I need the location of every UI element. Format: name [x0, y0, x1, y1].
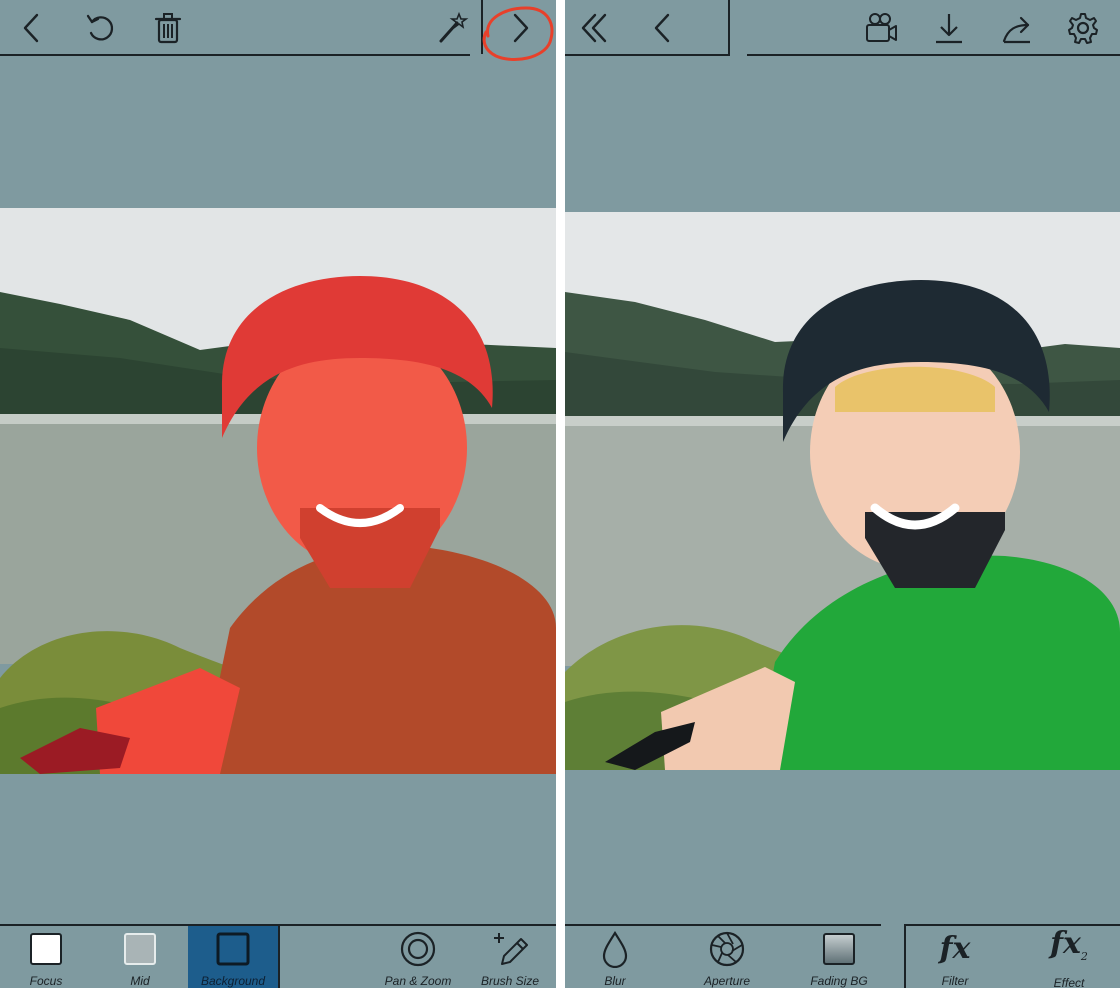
photo-canvas	[565, 212, 1120, 770]
tool-label: Background	[200, 974, 266, 988]
focus-square-icon	[30, 933, 62, 965]
tool-label: Brush Size	[480, 974, 540, 988]
drop-icon	[602, 930, 628, 968]
tool-label: Effect	[1053, 976, 1085, 988]
video-camera-icon	[866, 13, 897, 42]
toolbar-underline	[0, 54, 470, 56]
back-button[interactable]	[10, 6, 54, 50]
toolbar-underline-right	[747, 54, 1120, 56]
double-chevron-left-icon	[581, 13, 607, 43]
tool-label: Pan & Zoom	[384, 974, 452, 988]
tool-brush-size[interactable]: Brush Size	[464, 926, 556, 988]
download-button[interactable]	[927, 6, 971, 50]
share-button[interactable]	[995, 6, 1039, 50]
tool-label: Mid	[130, 974, 150, 988]
mid-square-icon	[124, 933, 156, 965]
left-editor-panel: Focus Mid Background Pan & Zoom Brush Si…	[0, 0, 556, 988]
tool-label: Focus	[29, 974, 63, 988]
download-icon	[936, 14, 962, 44]
background-square-icon	[216, 932, 250, 966]
tool-background[interactable]: Background	[188, 926, 278, 988]
aperture-icon	[709, 931, 745, 967]
tool-aperture[interactable]: Aperture	[681, 926, 773, 988]
next-highlight-circle	[482, 6, 554, 61]
gear-icon	[1068, 13, 1098, 44]
undo-icon	[86, 14, 114, 41]
right-editor-panel: Blur Aperture Fading BG fx Filter fx2 Ef…	[565, 0, 1120, 988]
photo-canvas	[0, 208, 556, 774]
toolbar-separator	[728, 0, 730, 55]
chevron-left-icon	[654, 13, 670, 43]
first-step-button[interactable]	[573, 6, 617, 50]
undo-button[interactable]	[78, 6, 122, 50]
gradient-square-icon	[823, 933, 855, 965]
tool-blur[interactable]: Blur	[569, 926, 661, 988]
delete-button[interactable]	[146, 6, 190, 50]
tool-mid[interactable]: Mid	[94, 926, 186, 988]
target-icon	[400, 931, 436, 967]
share-icon	[1002, 16, 1030, 44]
panel-divider	[556, 0, 565, 988]
tool-label: Aperture	[703, 974, 751, 988]
tool-effect[interactable]: fx2 Effect	[1023, 926, 1115, 988]
trash-icon	[154, 13, 182, 44]
tool-label: Filter	[941, 974, 969, 988]
fx-effect-icon: fx2	[1050, 925, 1088, 963]
result-photo[interactable]	[565, 212, 1120, 770]
chevron-left-icon	[23, 13, 39, 43]
fx-filter-icon: fx	[939, 931, 971, 966]
tool-filter[interactable]: fx Filter	[909, 926, 1001, 988]
tool-pan-zoom[interactable]: Pan & Zoom	[372, 926, 464, 988]
magic-wand-button[interactable]	[430, 6, 474, 50]
tool-label: Fading BG	[810, 974, 868, 988]
video-button[interactable]	[859, 6, 903, 50]
masked-photo[interactable]	[0, 208, 556, 774]
settings-button[interactable]	[1061, 6, 1105, 50]
magic-wand-icon	[439, 11, 469, 43]
back-button[interactable]	[641, 6, 685, 50]
tool-focus[interactable]: Focus	[0, 926, 92, 988]
bottom-toolbar-separator	[278, 926, 280, 988]
toolbar-underline-left	[565, 54, 730, 56]
tool-fading-bg[interactable]: Fading BG	[793, 926, 885, 988]
tool-label: Blur	[604, 974, 626, 988]
bottom-toolbar-separator	[904, 924, 906, 988]
pencil-icon	[494, 933, 528, 965]
